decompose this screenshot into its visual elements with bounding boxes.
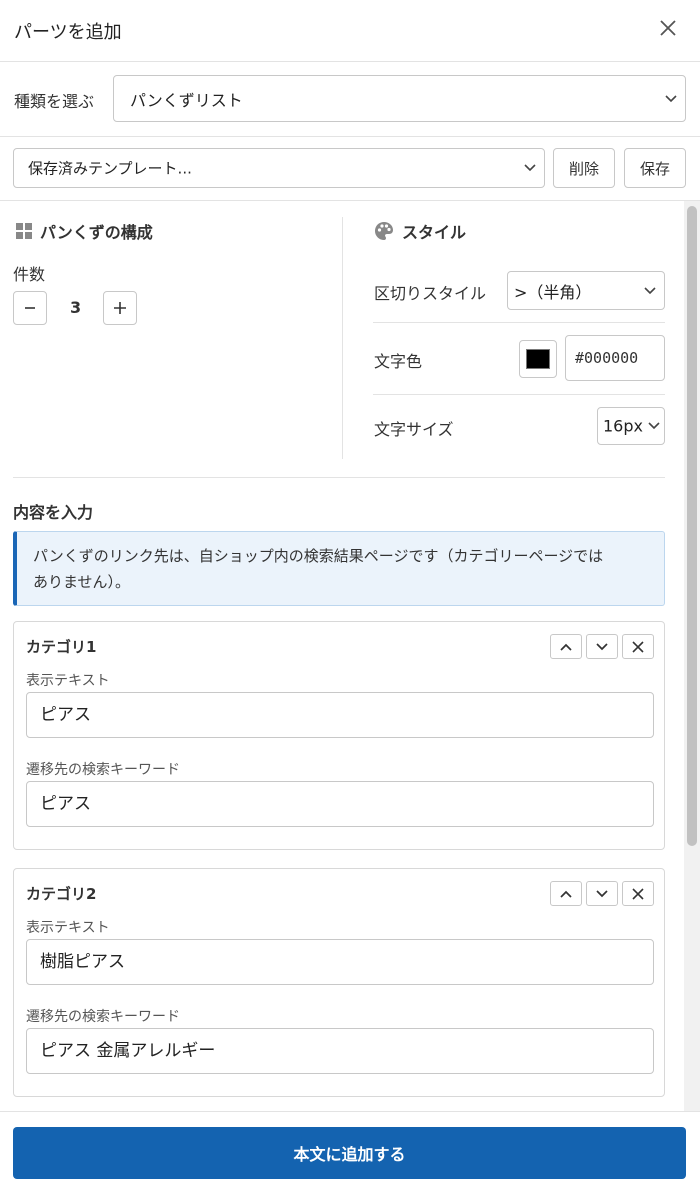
column-divider — [342, 217, 343, 459]
content-heading: 内容を入力 — [13, 503, 94, 522]
count-label: 件数 — [13, 265, 46, 284]
chevron-down-icon — [648, 422, 660, 430]
chevron-up-icon — [560, 643, 572, 651]
close-icon — [632, 640, 644, 653]
chevron-up-icon — [560, 890, 572, 898]
section-divider — [13, 477, 665, 478]
type-select[interactable]: パンくずリスト — [113, 75, 686, 122]
increment-button[interactable] — [103, 291, 137, 325]
color-picker-button[interactable] — [519, 340, 557, 378]
template-select[interactable]: 保存済みテンプレート... — [13, 148, 545, 188]
category-card: カテゴリ1 表示テキスト ピアス 遷移先の検索キーワード ピアス — [13, 621, 665, 850]
text-size-select[interactable]: 16px — [597, 407, 665, 445]
notice-text-line1: パンくずのリンク先は、自ショップ内の検索結果ページです（カテゴリーページでは — [33, 547, 604, 565]
type-label: 種類を選ぶ — [14, 92, 95, 111]
move-down-button[interactable] — [586, 881, 618, 906]
palette-icon — [375, 222, 393, 240]
structure-heading-text: パンくずの構成 — [40, 223, 153, 242]
delete-template-button[interactable]: 削除 — [553, 148, 615, 188]
decrement-button[interactable] — [13, 291, 47, 325]
remove-category-button[interactable] — [622, 634, 654, 659]
move-down-button[interactable] — [586, 634, 618, 659]
modal-footer: 本文に追加する — [0, 1111, 700, 1194]
keyword-label: 遷移先の検索キーワード — [26, 1009, 180, 1025]
move-up-button[interactable] — [550, 881, 582, 906]
plus-icon — [114, 302, 126, 314]
chevron-down-icon — [524, 164, 536, 172]
notice-text-line2: ありません）。 — [33, 573, 131, 591]
modal-title: パーツを追加 — [14, 22, 122, 43]
template-select-value: 保存済みテンプレート... — [28, 159, 192, 178]
template-row: 保存済みテンプレート... 削除 保存 — [0, 137, 700, 201]
content-scroll-area[interactable]: パンくずの構成 件数 3 スタイル 区切りスタイル >（半角） 文字色 #000… — [0, 201, 684, 1111]
separator-label: 区切りスタイル — [374, 284, 487, 303]
text-size-label: 文字サイズ — [374, 420, 454, 439]
keyword-input[interactable]: ピアス — [26, 781, 654, 827]
style-heading: スタイル — [374, 219, 466, 243]
add-to-body-button[interactable]: 本文に追加する — [13, 1127, 686, 1179]
close-icon — [632, 887, 644, 900]
type-select-value: パンくずリスト — [130, 90, 243, 110]
chevron-down-icon — [596, 642, 608, 650]
text-color-label: 文字色 — [374, 352, 423, 371]
category-title: カテゴリ2 — [26, 885, 97, 903]
move-up-button[interactable] — [550, 634, 582, 659]
display-text-label: 表示テキスト — [26, 920, 110, 936]
keyword-label: 遷移先の検索キーワード — [26, 762, 180, 778]
color-hex-input[interactable]: #000000 — [565, 335, 665, 381]
display-text-input[interactable]: 樹脂ピアス — [26, 939, 654, 985]
color-swatch — [526, 349, 550, 369]
chevron-down-icon — [644, 286, 656, 294]
keyword-input[interactable]: ピアス 金属アレルギー — [26, 1028, 654, 1074]
chevron-down-icon — [596, 889, 608, 897]
display-text-input[interactable]: ピアス — [26, 692, 654, 738]
separator-select[interactable]: >（半角） — [507, 271, 665, 310]
close-button[interactable] — [658, 18, 678, 38]
category-card: カテゴリ2 表示テキスト 樹脂ピアス 遷移先の検索キーワード ピアス 金属アレル… — [13, 868, 665, 1097]
remove-category-button[interactable] — [622, 881, 654, 906]
modal-header: パーツを追加 — [0, 0, 700, 62]
close-icon — [660, 20, 676, 36]
minus-icon — [25, 307, 35, 309]
scrollbar-thumb[interactable] — [687, 206, 697, 846]
chevron-down-icon — [665, 94, 677, 102]
structure-heading: パンくずの構成 — [16, 219, 153, 243]
text-size-select-value: 16px — [603, 416, 643, 436]
display-text-label: 表示テキスト — [26, 673, 110, 689]
separator-select-value: >（半角） — [514, 282, 592, 302]
style-heading-text: スタイル — [402, 223, 467, 242]
info-notice: パンくずのリンク先は、自ショップ内の検索結果ページです（カテゴリーページでは あ… — [13, 531, 665, 606]
save-template-button[interactable]: 保存 — [624, 148, 686, 188]
grid-icon — [16, 223, 32, 239]
style-divider — [373, 322, 665, 323]
type-row: 種類を選ぶ パンくずリスト — [0, 62, 700, 137]
category-title: カテゴリ1 — [26, 638, 97, 656]
count-value: 3 — [70, 298, 82, 317]
style-divider — [373, 394, 665, 395]
